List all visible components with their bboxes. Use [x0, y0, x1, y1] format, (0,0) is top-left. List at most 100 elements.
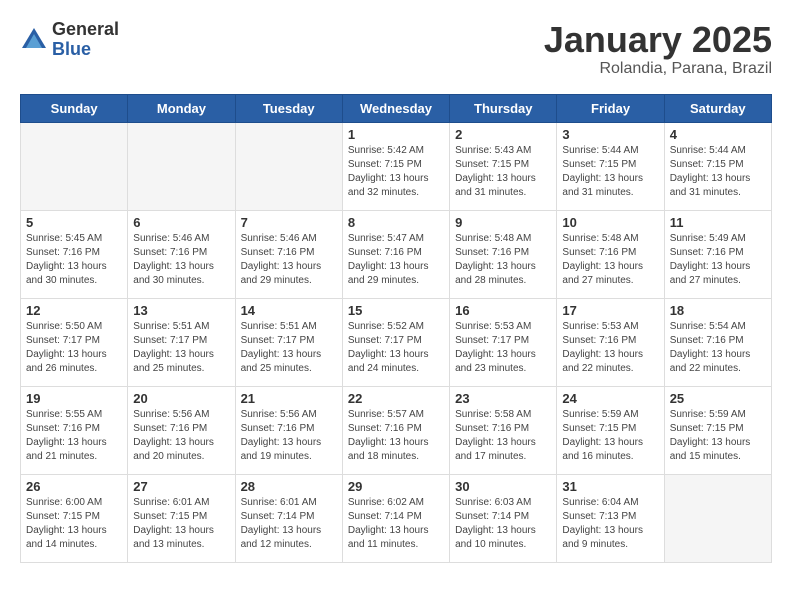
calendar-cell: 1Sunrise: 5:42 AM Sunset: 7:15 PM Daylig… [342, 122, 449, 210]
logo-text: General Blue [52, 20, 119, 60]
day-number: 15 [348, 303, 444, 318]
calendar-cell [235, 122, 342, 210]
calendar-cell: 8Sunrise: 5:47 AM Sunset: 7:16 PM Daylig… [342, 210, 449, 298]
calendar-cell: 29 Sunrise: 6:02 AM Sunset: 7:14 PM Dayli… [342, 474, 449, 562]
calendar-cell: 9 Sunrise: 5:48 AM Sunset: 7:16 PM Daylig… [450, 210, 557, 298]
calendar-cell: 30Sunrise: 6:03 AM Sunset: 7:14 PM Dayli… [450, 474, 557, 562]
calendar-cell: 14 Sunrise: 5:51 AM Sunset: 7:17 PM Dayli… [235, 298, 342, 386]
day-number: 21 [241, 391, 337, 406]
calendar-table: SundayMondayTuesdayWednesdayThursdayFrid… [20, 94, 772, 563]
day-info: Sunrise: 5:50 AM Sunset: 7:17 PM Dayligh… [26, 320, 122, 376]
calendar-cell: 19 Sunrise: 5:55 AM Sunset: 7:16 PM Dayli… [21, 386, 128, 474]
calendar-week-row: 12 Sunrise: 5:50 AM Sunset: 7:17 PM Dayli… [21, 298, 772, 386]
day-info: Sunrise: 5:53 AM Sunset: 7:16 PM Dayligh… [562, 320, 658, 376]
calendar-cell: 26 Sunrise: 6:00 AM Sunset: 7:15 PM Dayli… [21, 474, 128, 562]
day-number: 24 [562, 391, 658, 406]
day-info: Sunrise: 5:45 AM Sunset: 7:16 PM Dayligh… [26, 232, 122, 288]
calendar-cell: 25Sunrise: 5:59 AM Sunset: 7:15 PM Dayli… [664, 386, 771, 474]
day-info: Sunrise: 5:58 AM Sunset: 7:16 PM Dayligh… [455, 408, 551, 464]
day-number: 7 [241, 215, 337, 230]
day-number: 2 [455, 127, 551, 142]
day-number: 23 [455, 391, 551, 406]
day-number: 9 [455, 215, 551, 230]
day-info: Sunrise: 6:01 AM Sunset: 7:14 PM Dayligh… [241, 496, 337, 552]
day-info: Sunrise: 5:54 AM Sunset: 7:16 PM Dayligh… [670, 320, 766, 376]
day-number: 3 [562, 127, 658, 142]
day-number: 25 [670, 391, 766, 406]
day-info: Sunrise: 6:04 AM Sunset: 7:13 PM Dayligh… [562, 496, 658, 552]
calendar-cell: 13Sunrise: 5:51 AM Sunset: 7:17 PM Dayli… [128, 298, 235, 386]
calendar-cell: 6 Sunrise: 5:46 AM Sunset: 7:16 PM Daylig… [128, 210, 235, 298]
day-number: 29 [348, 479, 444, 494]
calendar-cell: 10Sunrise: 5:48 AM Sunset: 7:16 PM Dayli… [557, 210, 664, 298]
weekday-header: Friday [557, 94, 664, 122]
day-info: Sunrise: 6:00 AM Sunset: 7:15 PM Dayligh… [26, 496, 122, 552]
logo-general: General [52, 20, 119, 40]
page-header: General Blue January 2025 Rolandia, Para… [20, 20, 772, 78]
day-info: Sunrise: 5:46 AM Sunset: 7:16 PM Dayligh… [241, 232, 337, 288]
calendar-cell: 4 Sunrise: 5:44 AM Sunset: 7:15 PM Daylig… [664, 122, 771, 210]
logo-icon [20, 26, 48, 54]
calendar-week-row: 26 Sunrise: 6:00 AM Sunset: 7:15 PM Dayli… [21, 474, 772, 562]
day-info: Sunrise: 5:59 AM Sunset: 7:15 PM Dayligh… [562, 408, 658, 464]
day-info: Sunrise: 5:48 AM Sunset: 7:16 PM Dayligh… [455, 232, 551, 288]
calendar-cell: 31 Sunrise: 6:04 AM Sunset: 7:13 PM Dayli… [557, 474, 664, 562]
calendar-cell: 28Sunrise: 6:01 AM Sunset: 7:14 PM Dayli… [235, 474, 342, 562]
title-block: January 2025 Rolandia, Parana, Brazil [544, 20, 772, 78]
day-info: Sunrise: 6:01 AM Sunset: 7:15 PM Dayligh… [133, 496, 229, 552]
calendar-cell: 18 Sunrise: 5:54 AM Sunset: 7:16 PM Dayli… [664, 298, 771, 386]
day-number: 12 [26, 303, 122, 318]
day-number: 14 [241, 303, 337, 318]
day-info: Sunrise: 5:44 AM Sunset: 7:15 PM Dayligh… [670, 144, 766, 200]
calendar-cell: 23 Sunrise: 5:58 AM Sunset: 7:16 PM Dayli… [450, 386, 557, 474]
weekday-header-row: SundayMondayTuesdayWednesdayThursdayFrid… [21, 94, 772, 122]
calendar-cell: 27 Sunrise: 6:01 AM Sunset: 7:15 PM Dayli… [128, 474, 235, 562]
calendar-cell: 2 Sunrise: 5:43 AM Sunset: 7:15 PM Daylig… [450, 122, 557, 210]
calendar-cell: 11Sunrise: 5:49 AM Sunset: 7:16 PM Dayli… [664, 210, 771, 298]
day-number: 8 [348, 215, 444, 230]
day-info: Sunrise: 5:55 AM Sunset: 7:16 PM Dayligh… [26, 408, 122, 464]
weekday-header: Wednesday [342, 94, 449, 122]
day-number: 19 [26, 391, 122, 406]
calendar-cell: 12 Sunrise: 5:50 AM Sunset: 7:17 PM Dayli… [21, 298, 128, 386]
day-number: 11 [670, 215, 766, 230]
weekday-header: Thursday [450, 94, 557, 122]
day-info: Sunrise: 5:43 AM Sunset: 7:15 PM Dayligh… [455, 144, 551, 200]
day-number: 22 [348, 391, 444, 406]
day-number: 1 [348, 127, 444, 142]
month-title: January 2025 [544, 20, 772, 60]
calendar-week-row: 5 Sunrise: 5:45 AM Sunset: 7:16 PM Daylig… [21, 210, 772, 298]
day-number: 27 [133, 479, 229, 494]
weekday-header: Saturday [664, 94, 771, 122]
day-number: 5 [26, 215, 122, 230]
day-info: Sunrise: 5:51 AM Sunset: 7:17 PM Dayligh… [241, 320, 337, 376]
calendar-cell [21, 122, 128, 210]
day-info: Sunrise: 6:02 AM Sunset: 7:14 PM Dayligh… [348, 496, 444, 552]
day-info: Sunrise: 5:56 AM Sunset: 7:16 PM Dayligh… [133, 408, 229, 464]
calendar-cell: 15 Sunrise: 5:52 AM Sunset: 7:17 PM Dayli… [342, 298, 449, 386]
day-number: 17 [562, 303, 658, 318]
calendar-week-row: 1Sunrise: 5:42 AM Sunset: 7:15 PM Daylig… [21, 122, 772, 210]
day-number: 20 [133, 391, 229, 406]
weekday-header: Sunday [21, 94, 128, 122]
weekday-header: Monday [128, 94, 235, 122]
calendar-cell: 20 Sunrise: 5:56 AM Sunset: 7:16 PM Dayli… [128, 386, 235, 474]
calendar-cell [128, 122, 235, 210]
day-info: Sunrise: 5:53 AM Sunset: 7:17 PM Dayligh… [455, 320, 551, 376]
day-info: Sunrise: 5:56 AM Sunset: 7:16 PM Dayligh… [241, 408, 337, 464]
weekday-header: Tuesday [235, 94, 342, 122]
calendar-cell: 7 Sunrise: 5:46 AM Sunset: 7:16 PM Daylig… [235, 210, 342, 298]
day-info: Sunrise: 5:46 AM Sunset: 7:16 PM Dayligh… [133, 232, 229, 288]
day-number: 26 [26, 479, 122, 494]
day-info: Sunrise: 5:51 AM Sunset: 7:17 PM Dayligh… [133, 320, 229, 376]
day-number: 10 [562, 215, 658, 230]
day-info: Sunrise: 5:52 AM Sunset: 7:17 PM Dayligh… [348, 320, 444, 376]
logo-blue: Blue [52, 40, 119, 60]
logo: General Blue [20, 20, 119, 60]
day-number: 30 [455, 479, 551, 494]
day-number: 18 [670, 303, 766, 318]
day-number: 31 [562, 479, 658, 494]
day-number: 4 [670, 127, 766, 142]
day-number: 6 [133, 215, 229, 230]
calendar-cell: 16Sunrise: 5:53 AM Sunset: 7:17 PM Dayli… [450, 298, 557, 386]
